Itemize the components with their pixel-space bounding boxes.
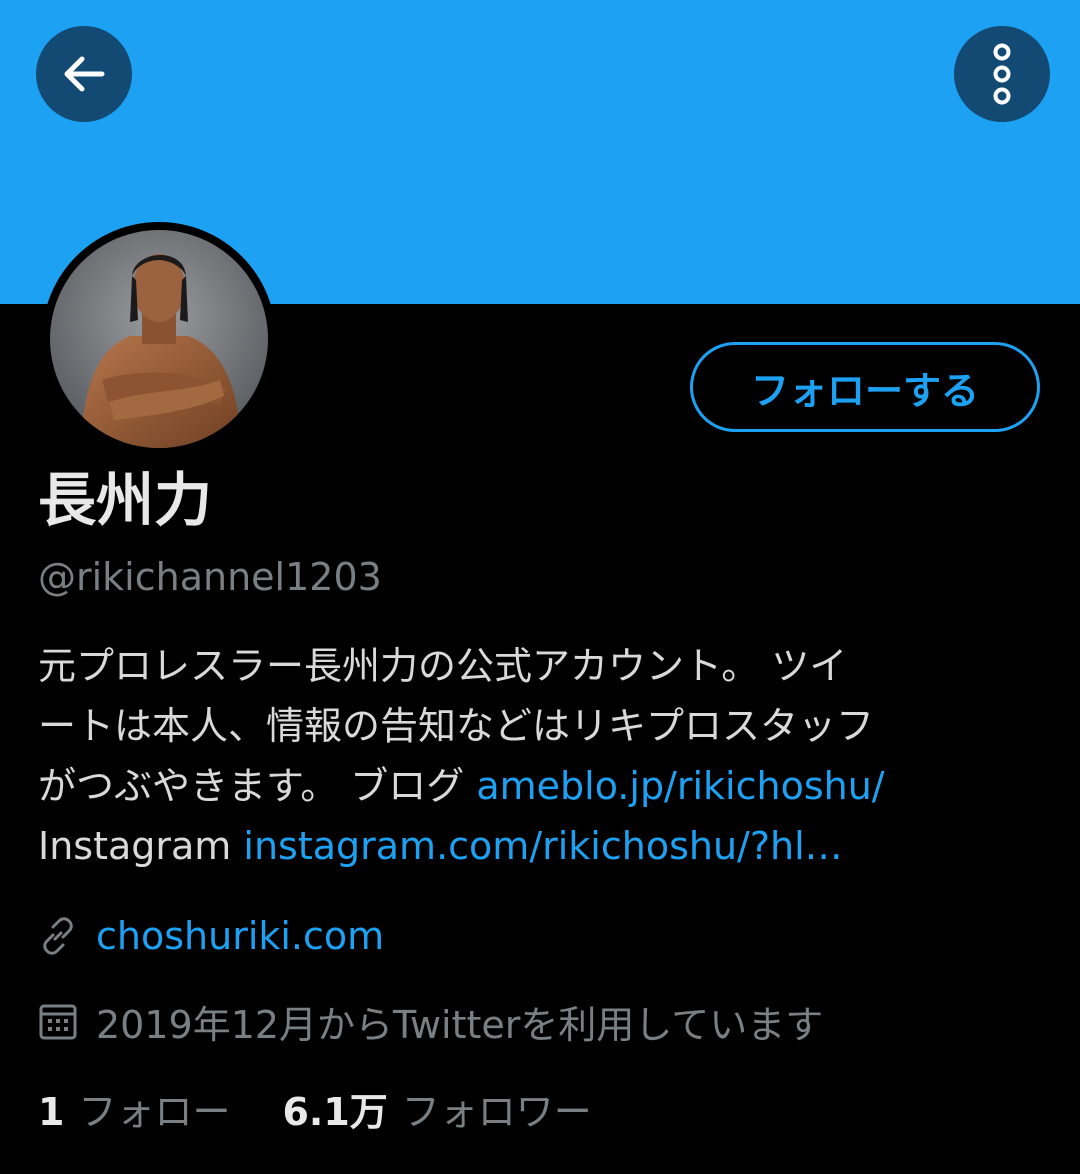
website-row: choshuriki.com <box>38 914 384 958</box>
follow-button[interactable]: フォローする <box>690 342 1040 432</box>
bio-text: がつぶやきます。 ブログ <box>38 764 477 808</box>
followers-label: フォロワー <box>401 1090 592 1134</box>
following-label: フォロー <box>78 1090 231 1134</box>
follow-stats: 1 フォロー 6.1万 フォロワー <box>38 1086 592 1138</box>
joined-date: 2019年12月からTwitterを利用しています <box>96 1003 824 1047</box>
avatar[interactable] <box>42 222 276 456</box>
bio-line: がつぶやきます。 ブログ ameblo.jp/rikichoshu/ <box>38 756 1048 816</box>
joined-date-row: 2019年12月からTwitterを利用しています <box>38 994 823 1049</box>
bio-line: 元プロレスラー長州力の公式アカウント。 ツイ <box>38 644 848 688</box>
instagram-link[interactable]: instagram.com/rikichoshu/?hl… <box>243 824 842 868</box>
calendar-icon <box>38 1002 78 1042</box>
bio-line: Instagram instagram.com/rikichoshu/?hl… <box>38 816 1048 876</box>
display-name: 長州力 <box>38 466 213 534</box>
followers-count: 6.1万 <box>282 1090 388 1134</box>
profile-bio: 元プロレスラー長州力の公式アカウント。 ツイ ートは本人、情報の告知などはリキプ… <box>38 636 1048 876</box>
more-vertical-icon <box>993 43 1011 105</box>
link-icon <box>38 916 78 956</box>
back-button[interactable] <box>36 26 132 122</box>
following-count: 1 <box>38 1090 65 1134</box>
bio-text: Instagram <box>38 824 244 868</box>
arrow-left-icon <box>64 56 105 92</box>
bio-line: ートは本人、情報の告知などはリキプロスタッフ <box>38 704 875 748</box>
more-options-button[interactable] <box>954 26 1050 122</box>
following-stat[interactable]: 1 フォロー <box>38 1086 230 1138</box>
blog-link[interactable]: ameblo.jp/rikichoshu/ <box>476 764 884 808</box>
followers-stat[interactable]: 6.1万 フォロワー <box>282 1086 591 1138</box>
website-link[interactable]: choshuriki.com <box>96 914 384 958</box>
profile-photo <box>50 230 268 448</box>
user-handle: @rikichannel1203 <box>38 555 382 599</box>
